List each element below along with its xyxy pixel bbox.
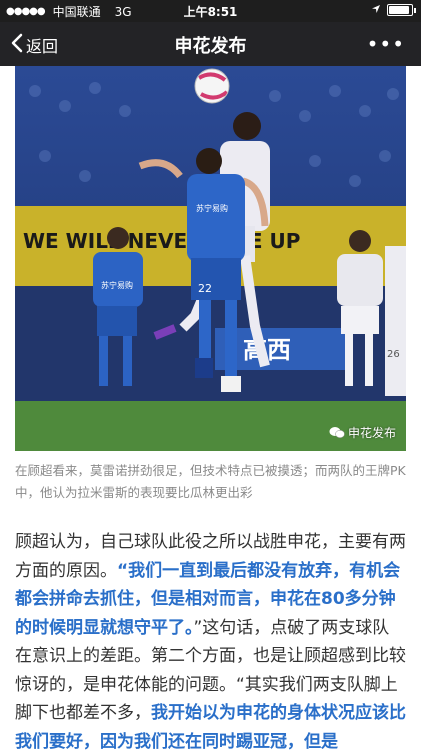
article: WE WILL NEVER GIVE UP 高西 苏宁易购 26 苏宁易购 22…: [15, 66, 406, 750]
football: [194, 68, 230, 104]
svg-text:26: 26: [387, 349, 400, 360]
photo-caption: 在顾超看来，莫雷诺拼劲很足，但技术特点已被摸透；而两队的王牌PK中，他认为拉米雷…: [15, 463, 406, 500]
wall-banner-text: WE WILL NEVER GIVE UP: [23, 229, 300, 253]
article-paragraph: 顾超认为，自己球队此役之所以战胜申花，主要有两方面的原因。“我们一直到最后都没有…: [15, 528, 406, 750]
page-title: 申花发布: [174, 36, 247, 57]
match-photo[interactable]: WE WILL NEVER GIVE UP 高西 苏宁易购 26 苏宁易购 22…: [15, 66, 406, 451]
wechat-icon: [329, 426, 345, 439]
battery-icon: [387, 4, 416, 16]
clock: 上午8:51: [183, 5, 238, 19]
watermark: 申花发布: [329, 424, 396, 441]
location-arrow-icon: [371, 3, 381, 17]
more-options-button[interactable]: •••: [367, 32, 405, 56]
jersey-sponsor: 苏宁易购: [196, 203, 228, 213]
nav-bar: 返回 申花发布 •••: [0, 22, 421, 66]
status-bar: ●●●●● 中国联通 3G 上午8:51: [0, 0, 421, 22]
jersey-number: 22: [198, 282, 212, 295]
background-player-right: 26: [337, 230, 406, 396]
svg-text:苏宁易购: 苏宁易购: [101, 280, 133, 290]
